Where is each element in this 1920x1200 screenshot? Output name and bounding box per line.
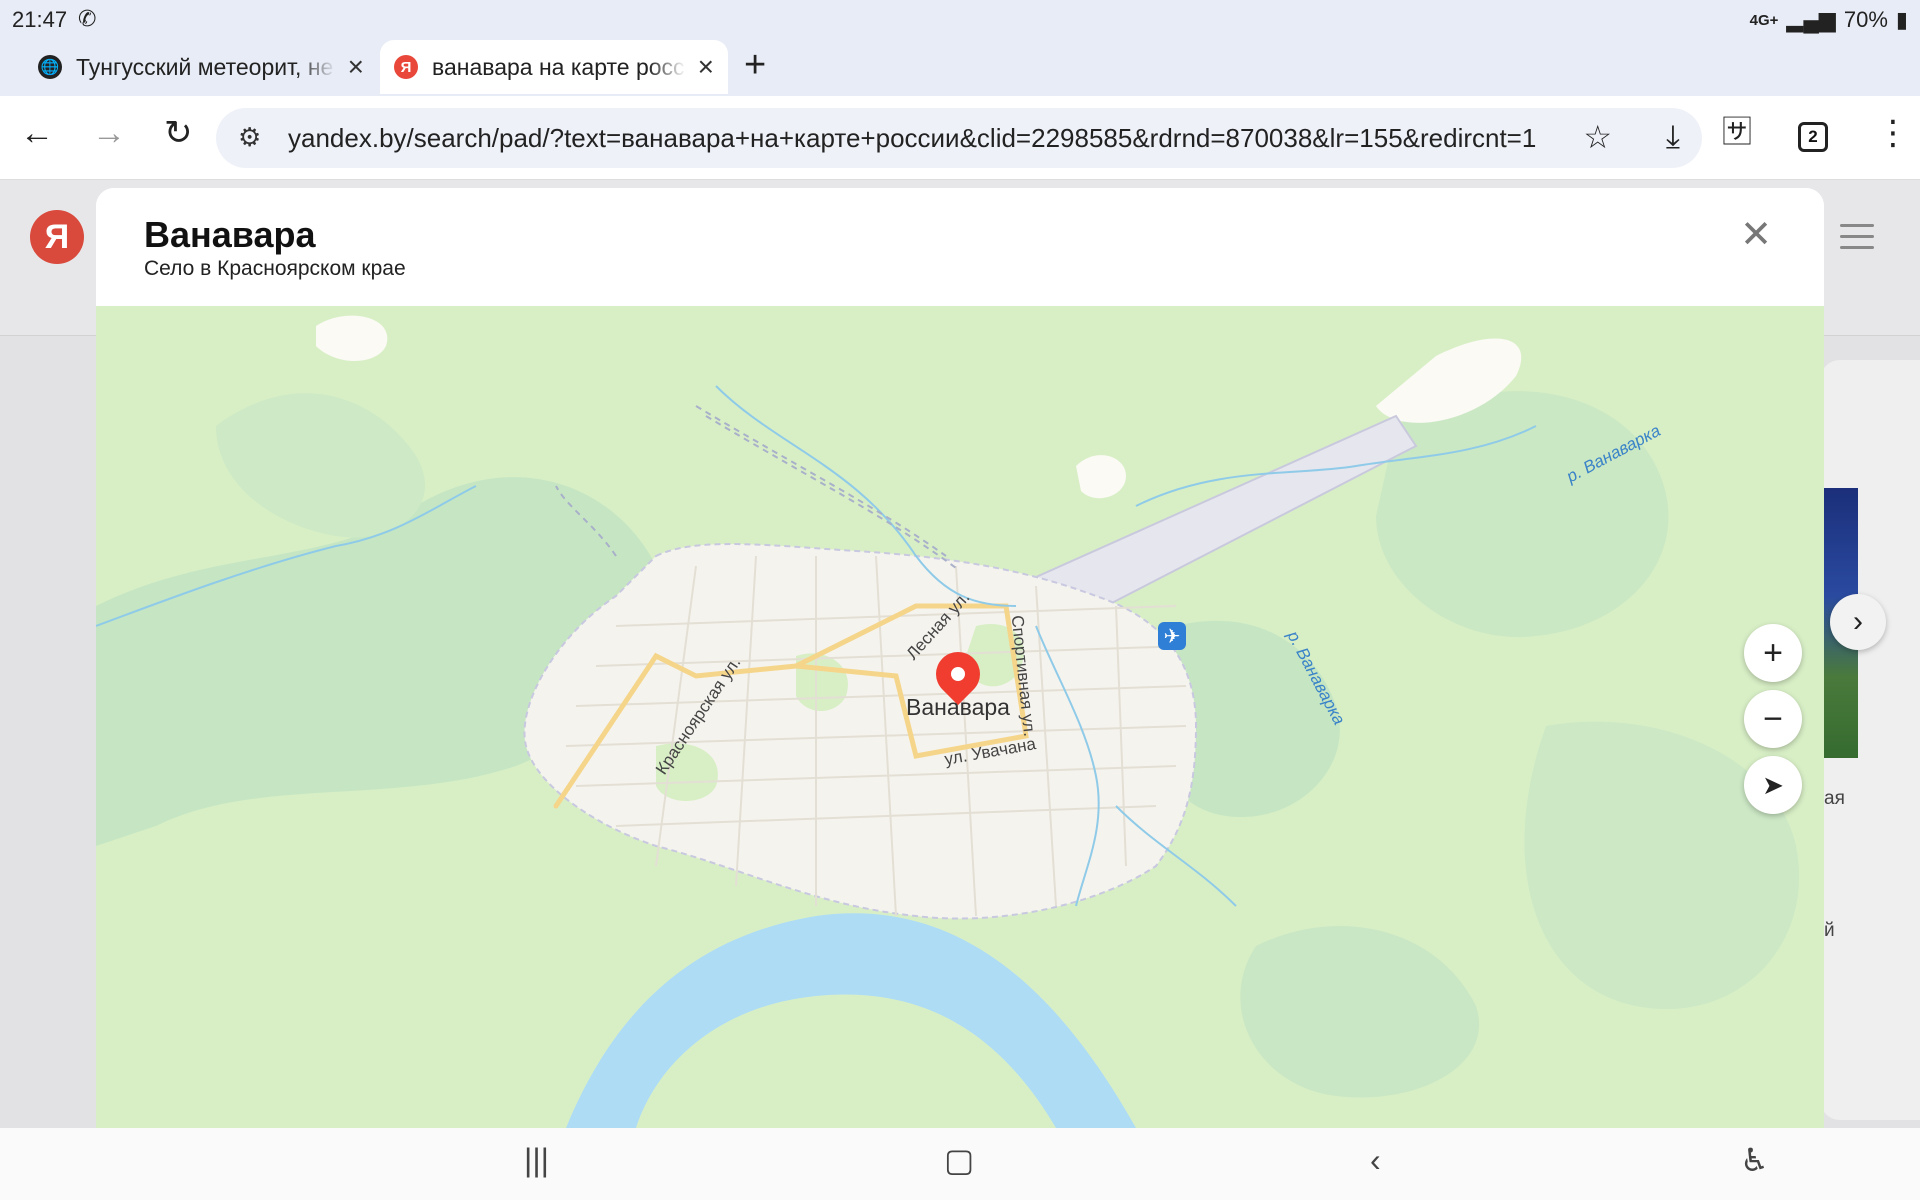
forest-patch [1240,926,1480,1098]
map-popup: Ванавара Село в Красноярском крае ✕ Лесн… [96,188,1824,1128]
network-type: 4G+ [1749,11,1779,29]
tab-switcher-button[interactable]: 2 [1798,122,1828,152]
tab-title: Тунгусский метеорит, не [76,53,334,80]
status-bar: 21:47 ✆ 4G+ ▂▄▆ 70% ▮ [0,0,1920,38]
yandex-logo[interactable]: Я [30,210,84,264]
back-icon[interactable]: ← [20,116,54,150]
side-card-text: й [1824,920,1835,941]
browser-toolbar: ← → ↻ ⚙ yandex.by/search/pad/?text=ванав… [0,96,1920,180]
side-card-text: ая [1824,788,1845,809]
forest-patch [1376,391,1669,638]
site-settings-icon[interactable]: ⚙ [238,122,261,153]
battery-level: 70% [1843,7,1888,32]
close-icon[interactable]: ✕ [1740,216,1772,254]
accessibility-icon[interactable]: ♿ [1740,1144,1769,1176]
chevron-right-icon[interactable]: › [1830,594,1886,650]
forward-icon[interactable]: → [92,116,126,150]
clearing [1076,455,1126,499]
translate-icon[interactable]: 🈂 [1722,118,1752,148]
place-title: Ванавара [144,214,316,255]
airport-icon[interactable]: ✈ [1158,622,1186,650]
popup-header: Ванавара Село в Красноярском крае ✕ [96,188,1824,306]
zoom-out-button[interactable]: − [1744,690,1802,748]
phone-call-icon: ✆ [78,6,97,31]
clearing [316,315,388,361]
back-nav-icon[interactable]: ‹ [1370,1144,1381,1176]
url-text[interactable]: yandex.by/search/pad/?text=ванавара+на+к… [288,123,1558,154]
tab-strip: 🌐 Тунгусский метеорит, не × Я ванавара н… [0,38,1920,96]
zoom-in-button[interactable]: + [1744,624,1802,682]
signal-icon: ▂▄▆ [1786,7,1836,32]
town-area [523,543,1198,920]
forest-patch [216,393,425,538]
hamburger-menu-icon[interactable] [1840,224,1874,257]
yandex-favicon-icon: Я [394,55,418,79]
reload-icon[interactable]: ↻ [164,116,193,150]
tab-title: ванавара на карте росс [432,53,685,80]
place-subtitle: Село в Красноярском крае [144,257,406,280]
river-main [566,913,1136,1128]
recent-apps-icon[interactable]: ||| [524,1144,549,1176]
download-icon[interactable]: ⤓ [1666,118,1680,156]
tab-tunguska[interactable]: 🌐 Тунгусский метеорит, не × [38,40,364,94]
airport-area [1013,414,1418,607]
globe-icon: 🌐 [38,55,62,79]
address-bar[interactable]: ⚙ yandex.by/search/pad/?text=ванавара+на… [216,108,1702,168]
close-tab-icon[interactable]: × [698,53,714,81]
place-map-label: Ванавара [906,694,1010,720]
home-icon[interactable]: ▢ [944,1144,974,1176]
new-tab-button[interactable]: + [744,46,766,84]
tab-vanavara[interactable]: Я ванавара на карте росс × [380,40,728,94]
clock: 21:47 [12,7,68,32]
close-tab-icon[interactable]: × [348,53,364,81]
map-view[interactable]: Лесная ул. Спортивная ул. Красноярская у… [96,306,1824,1128]
system-navigation-bar: ||| ▢ ‹ ♿ [0,1128,1920,1200]
battery-icon: ▮ [1895,7,1908,32]
bookmark-star-icon[interactable]: ☆ [1583,118,1612,156]
menu-dots-icon[interactable]: ⋮ [1876,116,1910,150]
my-location-button[interactable]: ➤ [1744,756,1802,814]
